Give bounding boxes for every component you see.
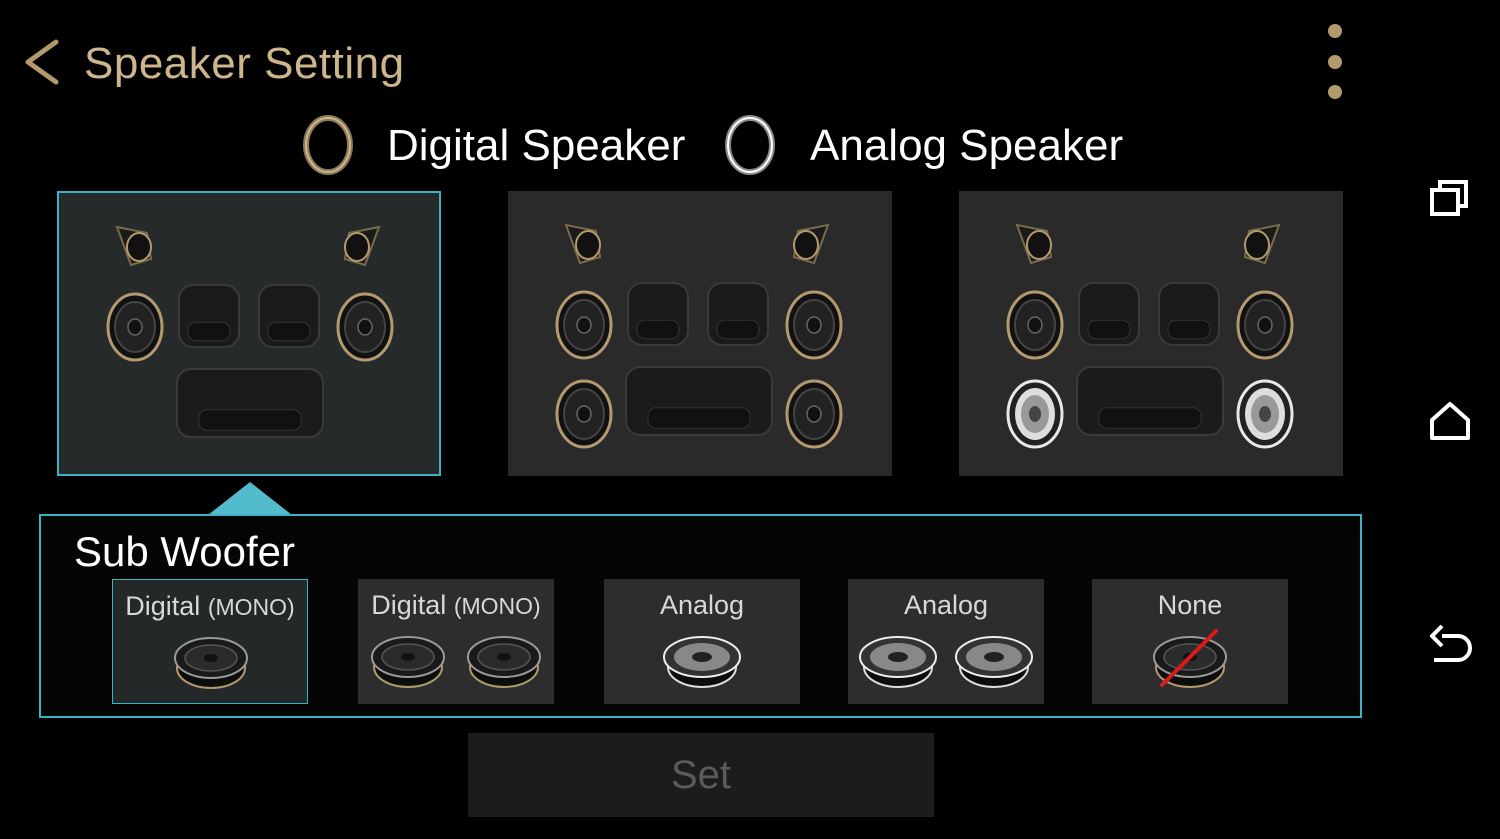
analog-speaker-label: Analog Speaker	[810, 121, 1124, 170]
option-label: Digital	[125, 591, 201, 621]
option-suffix: (MONO)	[207, 594, 295, 620]
page-title: Speaker Setting	[84, 39, 405, 88]
digital-subwoofer-icon	[174, 637, 248, 689]
overflow-menu-button[interactable]	[1318, 18, 1352, 108]
speaker-layout-card-3[interactable]	[959, 191, 1343, 476]
speaker-layout-diagram	[106, 225, 394, 438]
option-label: Digital	[371, 590, 447, 620]
back-button[interactable]	[18, 36, 68, 88]
recent-apps-icon	[1430, 180, 1468, 216]
option-suffix: (MONO)	[453, 593, 541, 619]
option-label: None	[1157, 590, 1223, 620]
digital-speaker-label: Digital Speaker	[387, 121, 686, 170]
no-subwoofer-icon	[1153, 629, 1227, 688]
option-label: Analog	[659, 590, 745, 620]
home-button[interactable]	[1418, 390, 1482, 454]
back-nav-button[interactable]	[1418, 614, 1482, 678]
back-nav-icon	[1430, 624, 1472, 662]
selection-pointer	[208, 482, 292, 515]
analog-speaker-legend-icon	[725, 115, 775, 175]
subwoofer-option-digital-single[interactable]: Digital (MONO)	[112, 579, 308, 704]
home-icon	[1430, 402, 1470, 440]
speaker-layout-diagram	[555, 223, 843, 449]
digital-speaker-legend-icon	[303, 115, 353, 175]
subwoofer-title: Sub Woofer	[74, 528, 296, 575]
subwoofer-option-digital-double[interactable]: Digital (MONO)	[358, 579, 554, 704]
analog-subwoofer-icon	[663, 636, 741, 688]
recent-apps-button[interactable]	[1418, 168, 1482, 232]
subwoofer-option-none[interactable]: None	[1092, 579, 1288, 704]
back-arrow-icon	[25, 39, 59, 85]
set-button[interactable]: Set	[468, 733, 934, 817]
subwoofer-option-analog-double[interactable]: Analog	[848, 579, 1044, 704]
digital-subwoofer-icon	[371, 636, 541, 688]
speaker-layout-diagram	[1006, 223, 1294, 449]
speaker-layout-card-1[interactable]	[57, 191, 441, 476]
speaker-layout-card-2[interactable]	[508, 191, 892, 476]
subwoofer-option-analog-single[interactable]: Analog	[604, 579, 800, 704]
analog-subwoofer-icon	[859, 636, 1033, 688]
option-label: Analog	[903, 590, 989, 620]
